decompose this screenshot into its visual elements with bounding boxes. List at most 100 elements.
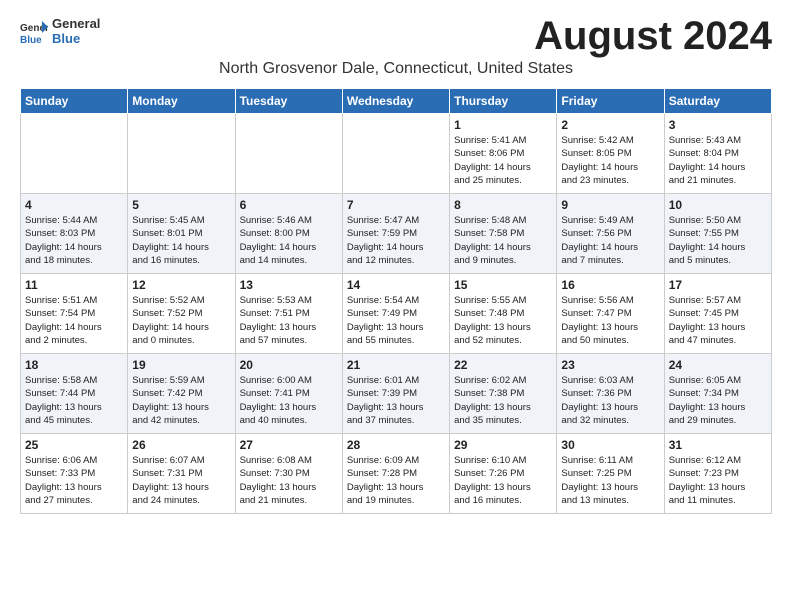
day-number: 21 [347,358,445,372]
day-number: 23 [561,358,659,372]
header-cell-monday: Monday [128,89,235,114]
svg-text:Blue: Blue [20,35,42,45]
header-cell-saturday: Saturday [664,89,771,114]
day-info: Sunrise: 6:01 AM Sunset: 7:39 PM Dayligh… [347,374,445,427]
day-info: Sunrise: 5:58 AM Sunset: 7:44 PM Dayligh… [25,374,123,427]
day-info: Sunrise: 5:59 AM Sunset: 7:42 PM Dayligh… [132,374,230,427]
day-number: 30 [561,438,659,452]
day-cell: 3 Sunrise: 5:43 AM Sunset: 8:04 PM Daylig… [664,114,771,194]
day-info: Sunrise: 6:11 AM Sunset: 7:25 PM Dayligh… [561,454,659,507]
day-cell [128,114,235,194]
logo: General Blue General Blue [20,16,100,46]
day-info: Sunrise: 5:52 AM Sunset: 7:52 PM Dayligh… [132,294,230,347]
week-row-2: 4 Sunrise: 5:44 AM Sunset: 8:03 PM Daylig… [21,194,772,274]
day-number: 2 [561,118,659,132]
day-cell: 30 Sunrise: 6:11 AM Sunset: 7:25 PM Dayli… [557,434,664,514]
day-number: 20 [240,358,338,372]
day-cell: 27Sunrise: 6:08 AM Sunset: 7:30 PM Dayli… [235,434,342,514]
day-info: Sunrise: 5:48 AM Sunset: 7:58 PM Dayligh… [454,214,552,267]
day-info: Sunrise: 6:10 AM Sunset: 7:26 PM Dayligh… [454,454,552,507]
day-cell [235,114,342,194]
day-number: 18 [25,358,123,372]
month-year-title: August 2024 [534,16,772,56]
logo-general-text: General [52,16,100,31]
header-cell-wednesday: Wednesday [342,89,449,114]
day-cell: 9 Sunrise: 5:49 AM Sunset: 7:56 PM Daylig… [557,194,664,274]
day-info: Sunrise: 5:43 AM Sunset: 8:04 PM Dayligh… [669,134,767,187]
week-row-1: 1 Sunrise: 5:41 AM Sunset: 8:06 PM Daylig… [21,114,772,194]
day-cell: 11Sunrise: 5:51 AM Sunset: 7:54 PM Dayli… [21,274,128,354]
day-number: 25 [25,438,123,452]
day-cell: 6Sunrise: 5:46 AM Sunset: 8:00 PM Daylig… [235,194,342,274]
day-info: Sunrise: 5:49 AM Sunset: 7:56 PM Dayligh… [561,214,659,267]
day-cell: 16 Sunrise: 5:56 AM Sunset: 7:47 PM Dayli… [557,274,664,354]
day-number: 7 [347,198,445,212]
day-info: Sunrise: 6:03 AM Sunset: 7:36 PM Dayligh… [561,374,659,427]
day-number: 16 [561,278,659,292]
day-number: 17 [669,278,767,292]
day-cell: 2 Sunrise: 5:42 AM Sunset: 8:05 PM Daylig… [557,114,664,194]
day-cell: 31Sunrise: 6:12 AM Sunset: 7:23 PM Dayli… [664,434,771,514]
day-cell: 22 Sunrise: 6:02 AM Sunset: 7:38 PM Dayli… [450,354,557,434]
day-info: Sunrise: 6:06 AM Sunset: 7:33 PM Dayligh… [25,454,123,507]
day-number: 22 [454,358,552,372]
day-cell: 23 Sunrise: 6:03 AM Sunset: 7:36 PM Dayli… [557,354,664,434]
day-info: Sunrise: 5:41 AM Sunset: 8:06 PM Dayligh… [454,134,552,187]
header-cell-sunday: Sunday [21,89,128,114]
day-number: 6 [240,198,338,212]
day-cell: 13 Sunrise: 5:53 AM Sunset: 7:51 PM Dayli… [235,274,342,354]
day-number: 28 [347,438,445,452]
day-cell: 24Sunrise: 6:05 AM Sunset: 7:34 PM Dayli… [664,354,771,434]
day-number: 15 [454,278,552,292]
day-cell: 28Sunrise: 6:09 AM Sunset: 7:28 PM Dayli… [342,434,449,514]
day-cell: 12 Sunrise: 5:52 AM Sunset: 7:52 PM Dayli… [128,274,235,354]
day-cell: 4 Sunrise: 5:44 AM Sunset: 8:03 PM Daylig… [21,194,128,274]
day-info: Sunrise: 5:50 AM Sunset: 7:55 PM Dayligh… [669,214,767,267]
day-cell: 7Sunrise: 5:47 AM Sunset: 7:59 PM Daylig… [342,194,449,274]
header-cell-friday: Friday [557,89,664,114]
day-cell: 14 Sunrise: 5:54 AM Sunset: 7:49 PM Dayli… [342,274,449,354]
day-number: 5 [132,198,230,212]
day-cell: 10 Sunrise: 5:50 AM Sunset: 7:55 PM Dayli… [664,194,771,274]
day-number: 26 [132,438,230,452]
day-info: Sunrise: 5:45 AM Sunset: 8:01 PM Dayligh… [132,214,230,267]
day-info: Sunrise: 6:08 AM Sunset: 7:30 PM Dayligh… [240,454,338,507]
day-number: 1 [454,118,552,132]
location-title: North Grosvenor Dale, Connecticut, Unite… [20,60,772,78]
day-number: 3 [669,118,767,132]
day-cell: 20 Sunrise: 6:00 AM Sunset: 7:41 PM Dayli… [235,354,342,434]
day-info: Sunrise: 5:53 AM Sunset: 7:51 PM Dayligh… [240,294,338,347]
day-number: 12 [132,278,230,292]
logo-icon: General Blue [20,17,48,45]
day-number: 13 [240,278,338,292]
day-number: 9 [561,198,659,212]
week-row-4: 18 Sunrise: 5:58 AM Sunset: 7:44 PM Dayli… [21,354,772,434]
day-info: Sunrise: 5:54 AM Sunset: 7:49 PM Dayligh… [347,294,445,347]
day-cell: 1 Sunrise: 5:41 AM Sunset: 8:06 PM Daylig… [450,114,557,194]
day-info: Sunrise: 6:05 AM Sunset: 7:34 PM Dayligh… [669,374,767,427]
calendar-body: 1 Sunrise: 5:41 AM Sunset: 8:06 PM Daylig… [21,114,772,514]
day-info: Sunrise: 6:07 AM Sunset: 7:31 PM Dayligh… [132,454,230,507]
day-cell: 25 Sunrise: 6:06 AM Sunset: 7:33 PM Dayli… [21,434,128,514]
header-cell-thursday: Thursday [450,89,557,114]
day-cell: 29 Sunrise: 6:10 AM Sunset: 7:26 PM Dayli… [450,434,557,514]
day-number: 8 [454,198,552,212]
day-info: Sunrise: 5:56 AM Sunset: 7:47 PM Dayligh… [561,294,659,347]
day-info: Sunrise: 5:44 AM Sunset: 8:03 PM Dayligh… [25,214,123,267]
day-info: Sunrise: 5:55 AM Sunset: 7:48 PM Dayligh… [454,294,552,347]
day-info: Sunrise: 6:00 AM Sunset: 7:41 PM Dayligh… [240,374,338,427]
day-number: 4 [25,198,123,212]
day-info: Sunrise: 5:42 AM Sunset: 8:05 PM Dayligh… [561,134,659,187]
header-cell-tuesday: Tuesday [235,89,342,114]
day-cell: 18 Sunrise: 5:58 AM Sunset: 7:44 PM Dayli… [21,354,128,434]
day-cell: 8 Sunrise: 5:48 AM Sunset: 7:58 PM Daylig… [450,194,557,274]
day-number: 29 [454,438,552,452]
day-number: 14 [347,278,445,292]
day-number: 10 [669,198,767,212]
day-cell [342,114,449,194]
day-info: Sunrise: 6:02 AM Sunset: 7:38 PM Dayligh… [454,374,552,427]
calendar-table: SundayMondayTuesdayWednesdayThursdayFrid… [20,88,772,514]
day-cell: 17Sunrise: 5:57 AM Sunset: 7:45 PM Dayli… [664,274,771,354]
day-info: Sunrise: 6:12 AM Sunset: 7:23 PM Dayligh… [669,454,767,507]
logo-blue-text: Blue [52,31,100,46]
